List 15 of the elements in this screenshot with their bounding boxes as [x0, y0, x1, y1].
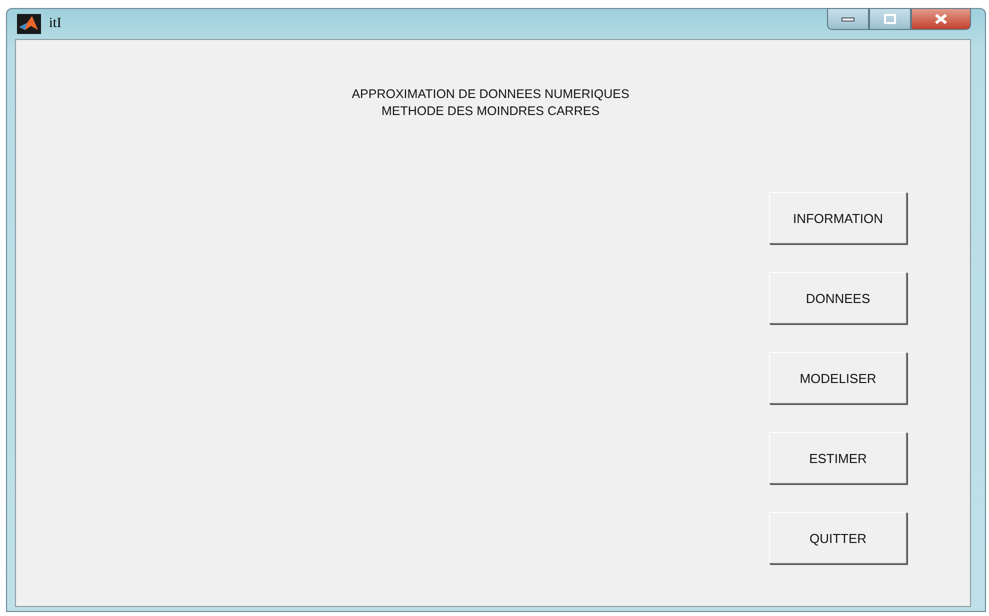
push-button[interactable]: QUITTER — [769, 512, 907, 564]
push-button[interactable]: DONNEES — [769, 272, 907, 324]
maximize-icon — [884, 14, 896, 24]
heading-text: METHODE DES MOINDRES CARRES — [381, 103, 600, 120]
minimize-icon — [841, 16, 855, 22]
minimize-button[interactable] — [827, 8, 869, 30]
heading-text: APPROXIMATION DE DONNEES NUMERIQUES — [352, 86, 630, 103]
window-title: itI — [49, 16, 62, 32]
close-button[interactable] — [911, 8, 971, 30]
close-icon — [934, 13, 948, 25]
app-icon — [17, 14, 41, 34]
push-button[interactable]: ESTIMER — [769, 432, 907, 484]
maximize-button[interactable] — [869, 8, 911, 30]
push-button[interactable]: INFORMATION — [769, 192, 907, 244]
push-button[interactable]: MODELISER — [769, 352, 907, 404]
